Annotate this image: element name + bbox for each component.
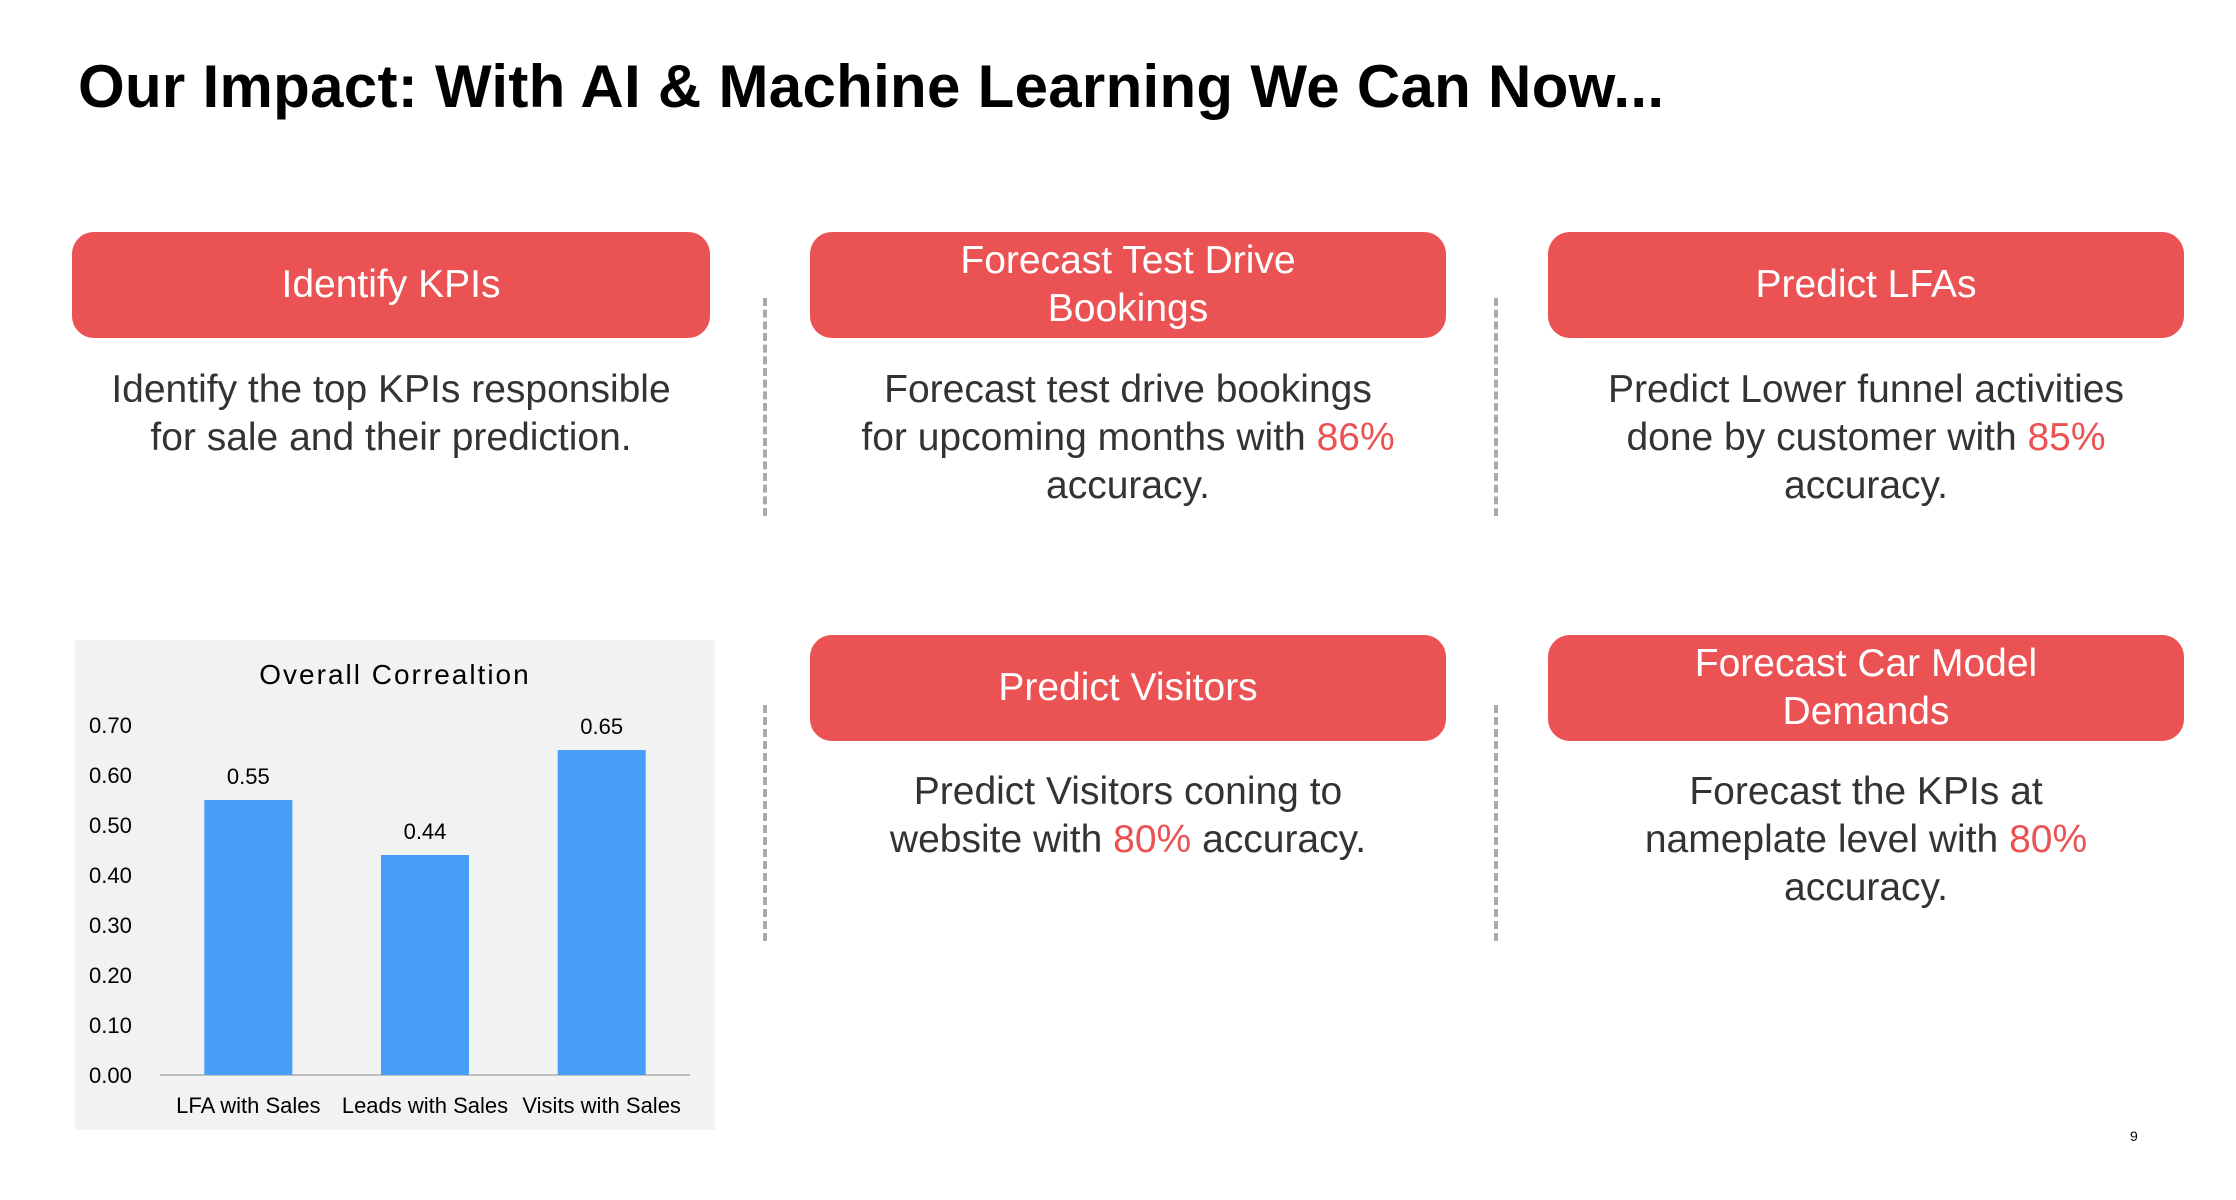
card-desc-identify-kpis: Identify the top KPIs responsible for sa… xyxy=(100,366,682,462)
column-divider xyxy=(763,298,767,516)
slide-title: Our Impact: With AI & Machine Learning W… xyxy=(78,53,1665,120)
y-tick-label: 0.10 xyxy=(89,1013,132,1038)
chart-title: Overall Correaltion xyxy=(259,659,530,690)
data-label: 0.65 xyxy=(580,714,623,739)
bar-2 xyxy=(381,855,469,1075)
card-heading-predict-visitors: Predict Visitors xyxy=(810,635,1446,741)
card-desc-forecast-car-model: Forecast the KPIs at nameplate level wit… xyxy=(1594,768,2138,912)
card-heading-text: Forecast Test Drive Bookings xyxy=(960,239,1296,330)
y-tick-label: 0.60 xyxy=(89,763,132,788)
accuracy-highlight: 80% xyxy=(2009,818,2088,861)
accuracy-highlight: 80% xyxy=(1113,818,1192,861)
x-category-label: Visits with Sales xyxy=(522,1093,681,1118)
card-desc-forecast-test-drive: Forecast test drive bookings for upcomin… xyxy=(856,366,1400,510)
correlation-chart-panel: Overall Correaltion 0.00 0.10 0.20 0.30 0.40 0… xyxy=(75,640,715,1130)
accuracy-highlight: 85% xyxy=(2027,416,2106,459)
card-heading-text: Predict LFAs xyxy=(1755,263,1977,306)
data-label: 0.55 xyxy=(227,764,270,789)
y-tick-label: 0.70 xyxy=(89,713,132,738)
card-desc-text: Forecast the KPIs at nameplate level wit… xyxy=(1644,770,2043,861)
bar-1 xyxy=(204,800,293,1075)
card-desc-text: accuracy. xyxy=(1191,818,1367,861)
column-divider xyxy=(1494,298,1498,516)
data-label: 0.44 xyxy=(404,819,447,844)
column-divider xyxy=(763,705,767,941)
x-category-label: LFA with Sales xyxy=(176,1093,320,1118)
card-heading-text: Predict Visitors xyxy=(998,666,1258,709)
bar-3 xyxy=(557,750,646,1075)
page-number: 9 xyxy=(2130,1128,2138,1144)
card-desc-text: accuracy. xyxy=(1784,464,1948,507)
y-tick-label: 0.00 xyxy=(89,1063,132,1088)
card-desc-text: Identify the top KPIs responsible for sa… xyxy=(111,368,671,459)
column-divider xyxy=(1494,705,1498,941)
y-tick-label: 0.30 xyxy=(89,913,132,938)
card-heading-predict-lfas: Predict LFAs xyxy=(1548,232,2184,338)
card-desc-predict-lfas: Predict Lower funnel activities done by … xyxy=(1594,366,2138,510)
card-heading-forecast-test-drive: Forecast Test Drive Bookings xyxy=(810,232,1446,338)
card-heading-text: Identify KPIs xyxy=(281,263,501,306)
y-tick-label: 0.20 xyxy=(89,963,132,988)
y-tick-label: 0.40 xyxy=(89,863,132,888)
card-desc-text: accuracy. xyxy=(1784,866,1948,909)
card-desc-predict-visitors: Predict Visitors coning to website with … xyxy=(856,768,1400,864)
card-desc-text: Forecast test drive bookings for upcomin… xyxy=(861,368,1372,459)
card-heading-identify-kpis: Identify KPIs xyxy=(72,232,710,338)
accuracy-highlight: 86% xyxy=(1316,416,1395,459)
card-heading-forecast-car-model: Forecast Car Model Demands xyxy=(1548,635,2184,741)
card-desc-text: accuracy. xyxy=(1046,464,1210,507)
y-tick-label: 0.50 xyxy=(89,813,132,838)
x-category-label: Leads with Sales xyxy=(342,1093,508,1118)
correlation-bar-chart: Overall Correaltion 0.00 0.10 0.20 0.30 0.40 0… xyxy=(89,659,690,1118)
card-heading-text: Forecast Car Model Demands xyxy=(1694,642,2038,733)
